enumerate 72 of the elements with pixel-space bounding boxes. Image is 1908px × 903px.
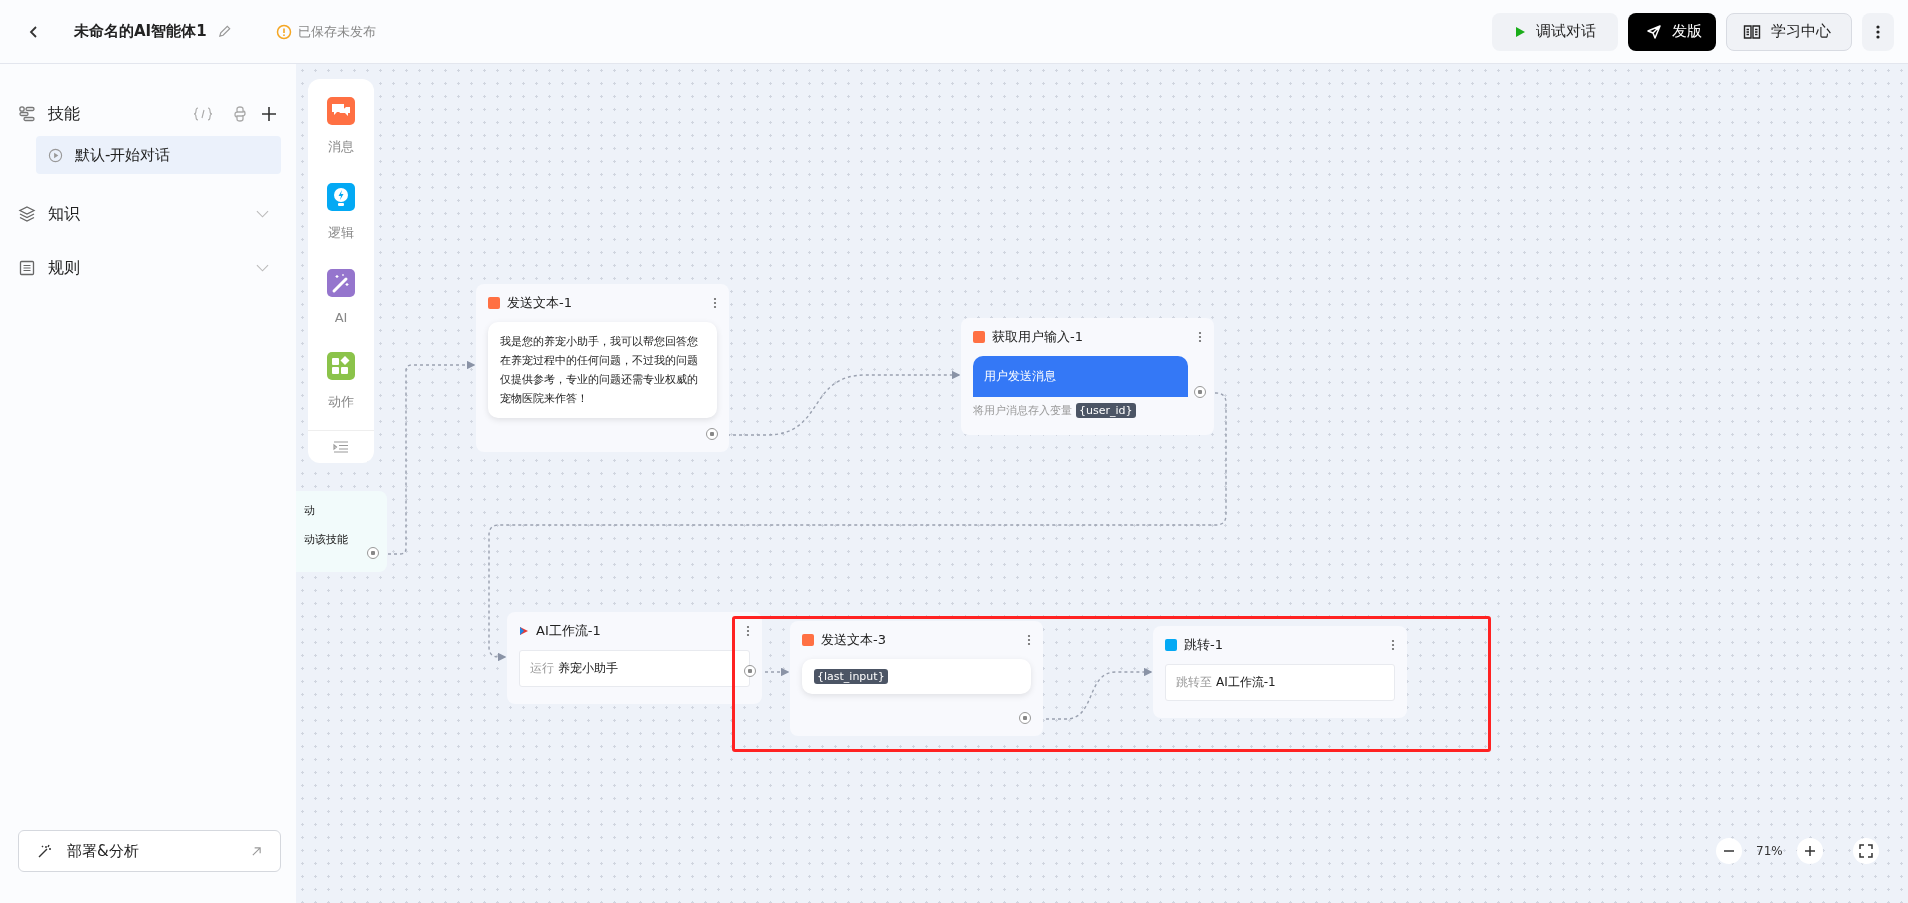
more-icon[interactable] xyxy=(1027,634,1031,646)
workflow-icon xyxy=(519,626,529,636)
flow-node-card[interactable]: 跳转-1 跳转至 AI工作流-1 xyxy=(1153,626,1407,718)
node-title: 动 xyxy=(304,503,316,518)
fullscreen-button[interactable] xyxy=(1852,838,1879,864)
more-icon[interactable] xyxy=(746,625,750,637)
learning-center-button[interactable]: 学习中心 xyxy=(1726,12,1852,51)
skill-label: 默认-开始对话 xyxy=(75,145,171,165)
warning-icon xyxy=(275,23,292,40)
section-title: 规则 xyxy=(48,257,80,279)
palette-label: 动作 xyxy=(328,393,354,411)
zoom-level: 71% xyxy=(1756,844,1783,858)
node-title: 跳转-1 xyxy=(1184,636,1223,654)
palette-label: 消息 xyxy=(328,138,354,156)
field-label: 运行 xyxy=(530,660,554,677)
field-value: 养宠小助手 xyxy=(558,660,618,677)
publish-button[interactable]: 发版 xyxy=(1628,12,1716,51)
flow-node-card[interactable]: 动 动该技能 xyxy=(296,491,387,572)
field-label: 跳转至 xyxy=(1176,674,1212,691)
section-header[interactable]: 知识 xyxy=(18,194,281,234)
debug-button[interactable]: 调试对话 xyxy=(1492,12,1618,51)
more-icon[interactable] xyxy=(1391,639,1395,651)
save-status: 已保存未发布 xyxy=(297,22,376,41)
magic-wand-icon[interactable] xyxy=(327,269,355,297)
variable-tag: {last_input} xyxy=(814,669,888,684)
variable-tag: {user_id} xyxy=(1076,403,1136,418)
node-title: 获取用户输入-1 xyxy=(992,328,1083,346)
more-icon[interactable] xyxy=(713,297,717,309)
message-bubble: 用户发送消息 xyxy=(973,356,1188,397)
plus-icon[interactable] xyxy=(261,106,277,122)
book-icon xyxy=(1743,23,1761,40)
more-icon xyxy=(1876,23,1880,40)
send-icon xyxy=(1646,23,1662,40)
plus-icon xyxy=(1803,845,1816,857)
flow-icon xyxy=(18,105,36,123)
collapse-icon[interactable] xyxy=(333,441,349,453)
variable-note: 将用户消息存入变量 xyxy=(973,403,1072,418)
flow-node-card[interactable]: AI工作流-1 运行 养宠小助手 xyxy=(507,612,762,704)
play-icon xyxy=(1514,25,1526,38)
node-title: 发送文本-1 xyxy=(507,294,572,312)
message-text: 我是您的养宠小助手，我可以帮您回答您在养宠过程中的任何问题，不过我的问题仅提供参考，专业的问题还需专业权威的宠物医院来作答！ xyxy=(500,334,699,407)
more-icon[interactable] xyxy=(1198,331,1202,343)
palette-label: 逻辑 xyxy=(328,224,354,242)
agent-title: 未命名的AI智能体1 xyxy=(74,22,207,41)
node-description: 动该技能 xyxy=(304,532,349,547)
arrow-up-right-icon xyxy=(251,845,262,857)
section-title: 知识 xyxy=(48,203,80,225)
play-circle-icon xyxy=(48,147,63,163)
magic-wand-icon xyxy=(37,843,53,859)
zoom-in-button[interactable] xyxy=(1796,838,1823,864)
flow-node-card[interactable]: 发送文本-1 我是您的养宠小助手，我可以帮您回答您在养宠过程中的任何问题，不过我的问题仅提供参考，专业的问题还需专业权威的宠物医院来作答！ xyxy=(476,284,729,452)
field-value: AI工作流-1 xyxy=(1216,674,1276,691)
skill-item[interactable]: 默认-开始对话 xyxy=(36,136,281,174)
layers-icon xyxy=(18,205,36,223)
flow-node-card[interactable]: 获取用户输入-1 用户发送消息 将用户消息存入变量 {user_id} xyxy=(961,318,1214,435)
more-button[interactable] xyxy=(1862,12,1894,51)
chat-icon[interactable] xyxy=(327,97,355,125)
section-header[interactable]: 规则 xyxy=(18,248,281,288)
palette-label: AI xyxy=(334,310,348,325)
document-icon xyxy=(18,259,36,277)
node-title: AI工作流-1 xyxy=(536,622,601,640)
blocks-icon[interactable] xyxy=(327,352,355,380)
zoom-out-button[interactable] xyxy=(1716,838,1742,864)
node-title: 发送文本-3 xyxy=(821,631,886,649)
section-header[interactable]: 技能 xyxy=(18,94,281,134)
bulb-icon[interactable] xyxy=(327,183,355,211)
code-icon[interactable] xyxy=(193,107,213,121)
pencil-icon[interactable] xyxy=(216,24,232,39)
deploy-analysis-button[interactable]: 部署&分析 xyxy=(18,830,281,872)
flow-node-card[interactable]: 发送文本-3 {last_input} xyxy=(790,621,1043,736)
section-title: 技能 xyxy=(48,103,80,125)
fullscreen-icon xyxy=(1858,844,1873,858)
